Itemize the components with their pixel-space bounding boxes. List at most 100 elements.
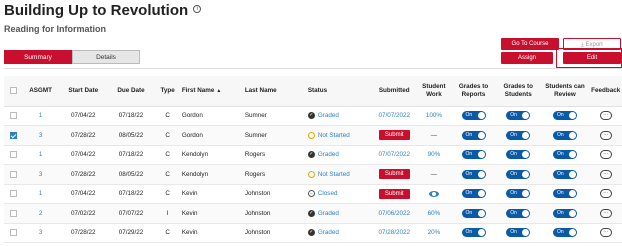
grades-to-students-toggle[interactable]: On [506,208,531,218]
go-to-course-button[interactable]: Go To Course [501,38,559,50]
grades-to-reports-toggle[interactable]: On [461,111,486,121]
table-row: 3 07/28/22 08/05/22 C Kendolyn Rogers Not Star… [4,164,622,185]
submit-button[interactable]: Submit [378,188,410,199]
students-can-review-toggle[interactable]: On [552,150,577,160]
status-text[interactable]: Graded [318,112,339,119]
asgmt-link[interactable]: 1 [39,151,43,158]
row-select[interactable] [4,106,23,126]
grades-to-students-toggle[interactable]: On [506,130,531,140]
select-all-checkbox[interactable] [9,86,17,94]
select-all-header[interactable] [4,76,23,107]
student-work-score[interactable]: 20% [428,229,441,236]
row-select[interactable] [4,184,23,204]
col-feedback[interactable]: Feedback [589,76,622,107]
assign-button[interactable]: Assign [501,52,553,64]
edit-button[interactable]: Edit [563,52,621,64]
asgmt-link[interactable]: 1 [39,190,43,197]
submitted-date[interactable]: 07/07/2022 [378,112,410,119]
due-date: 07/29/22 [107,223,155,243]
asgmt-link[interactable]: 1 [39,112,43,119]
feedback-icon[interactable]: ··· [599,169,612,179]
status-text[interactable]: Graded [318,210,339,217]
student-work-cell: 100% [416,106,452,126]
feedback-icon[interactable]: ··· [599,150,612,160]
status-text[interactable]: Closed [318,190,338,197]
col-grades-students[interactable]: Grades to Students [495,76,541,107]
asgmt-link[interactable]: 3 [39,229,43,236]
feedback-icon[interactable]: ··· [599,189,612,199]
feedback-icon[interactable]: ··· [599,130,612,140]
row-checkbox[interactable] [9,151,17,159]
row-checkbox[interactable] [9,112,17,120]
row-checkbox[interactable] [9,131,17,139]
status-text[interactable]: Graded [318,151,339,158]
col-first-name[interactable]: First Name ▲ [180,76,244,107]
submit-button[interactable]: Submit [378,130,410,141]
submitted-date[interactable]: 07/07/2022 [378,151,410,158]
col-status[interactable]: Status [306,76,372,107]
students-can-review-toggle[interactable]: On [552,189,577,199]
grades-to-students-toggle[interactable]: On [506,189,531,199]
grades-to-reports-toggle[interactable]: On [461,150,486,160]
col-submitted[interactable]: Submitted [371,76,417,107]
col-start-date[interactable]: Start Date [58,76,108,107]
grades-to-students-toggle[interactable]: On [506,228,531,238]
last-name: Rogers [243,164,307,185]
grades-to-reports-toggle[interactable]: On [461,169,486,179]
col-type[interactable]: Type [154,76,181,107]
status-text[interactable]: Not Started [318,132,350,139]
row-select[interactable] [4,223,23,243]
asgmt-link[interactable]: 2 [39,210,43,217]
row-checkbox[interactable] [9,170,17,178]
row-select[interactable] [4,125,23,146]
row-checkbox[interactable] [9,209,17,217]
col-students-review[interactable]: Students can Review [540,76,590,107]
col-last-name[interactable]: Last Name [243,76,307,107]
students-can-review-toggle[interactable]: On [552,228,577,238]
row-select[interactable] [4,203,23,224]
student-work-score[interactable]: 100% [426,112,442,119]
row-select[interactable] [4,145,23,165]
status-text[interactable]: Graded [318,229,339,236]
type: C [154,106,181,126]
col-asgmt[interactable]: ASGMT [22,76,59,107]
grades-to-reports-toggle[interactable]: On [461,189,486,199]
feedback-icon[interactable]: ··· [599,208,612,218]
grades-to-students-toggle[interactable]: On [506,111,531,121]
students-can-review-toggle[interactable]: On [552,169,577,179]
page-title: Building Up to Revolution i [4,2,202,19]
grades-to-students-toggle[interactable]: On [506,150,531,160]
student-work-score[interactable]: 60% [428,210,441,217]
asgmt-link[interactable]: 3 [39,171,43,178]
tab-summary[interactable]: Summary [4,50,72,64]
grades-to-students-toggle[interactable]: On [506,169,531,179]
row-select[interactable] [4,164,23,185]
grades-to-reports-toggle[interactable]: On [461,228,486,238]
col-grades-reports[interactable]: Grades to Reports [451,76,496,107]
grades-to-reports-toggle[interactable]: On [461,208,486,218]
student-work-score[interactable]: 90% [428,151,441,158]
grades-students-cell: On [495,223,541,243]
info-icon[interactable]: i [193,5,202,13]
row-checkbox[interactable] [9,229,17,237]
grades-to-reports-toggle[interactable]: On [461,130,486,140]
submitted-date[interactable]: 07/06/2022 [378,210,410,217]
col-due-date[interactable]: Due Date [107,76,155,107]
students-can-review-toggle[interactable]: On [552,111,577,121]
status-text[interactable]: Not Started [318,171,350,178]
feedback-icon[interactable]: ··· [599,228,612,238]
status-cell: ✓ Graded [306,203,372,224]
students-can-review-toggle[interactable]: On [552,208,577,218]
row-checkbox[interactable] [9,190,17,198]
col-student-work[interactable]: Student Work [416,76,452,107]
students-can-review-toggle[interactable]: On [552,130,577,140]
submit-button[interactable]: Submit [378,169,410,180]
asgmt-link[interactable]: 3 [39,132,43,139]
eye-icon[interactable] [428,190,439,197]
grades-reports-cell: On [451,145,496,165]
submitted-date[interactable]: 07/28/2022 [378,229,410,236]
feedback-icon[interactable]: ··· [599,111,612,121]
students-review-cell: On [540,223,590,243]
tab-details[interactable]: Details [72,50,140,64]
type: C [154,145,181,165]
